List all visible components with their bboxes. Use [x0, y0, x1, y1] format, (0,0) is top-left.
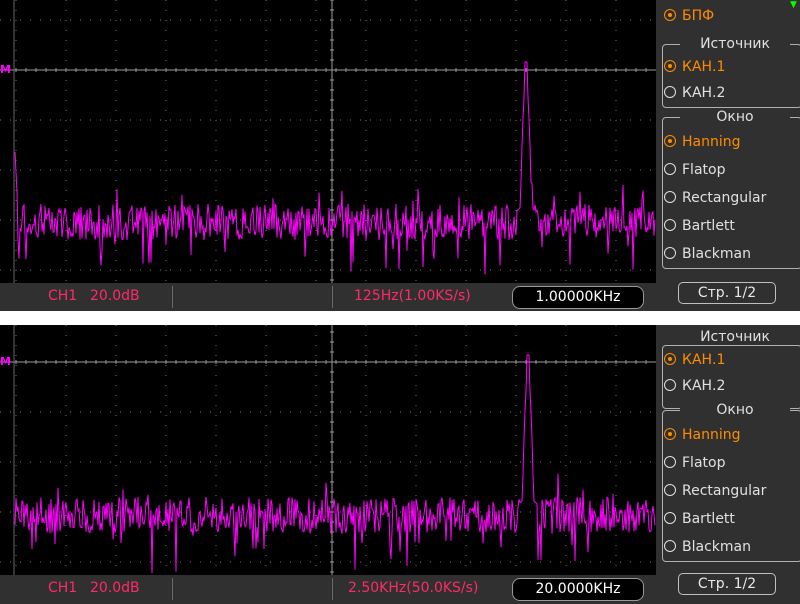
radio-selected-icon	[664, 353, 676, 365]
radio-icon	[664, 379, 676, 391]
fft-option[interactable]: БПФ	[664, 6, 714, 26]
spectrum-plot-bottom: M	[0, 325, 656, 575]
radio-icon	[664, 484, 676, 496]
separator	[172, 286, 173, 308]
window-rectangular[interactable]: Rectangular	[664, 481, 766, 501]
radio-icon	[664, 456, 676, 468]
span-label: 2.50KHz(50.0KS/s)	[348, 580, 479, 596]
radio-icon	[664, 247, 676, 259]
green-indicator-icon: ▼	[790, 0, 797, 10]
window-title: Окно	[680, 402, 790, 418]
channel-label: CH1	[48, 580, 78, 596]
scale-label: 20.0dB	[90, 288, 140, 304]
separator	[332, 578, 333, 600]
radio-selected-icon	[664, 428, 676, 440]
spectrum-plot-top: M	[0, 0, 656, 283]
fft-screen-top: M CH1 20.0dB 125Hz(1.00KS/s) 1.00000KHz …	[0, 0, 800, 311]
window-blackman[interactable]: Blackman	[664, 244, 751, 264]
radio-icon	[664, 86, 676, 98]
fft-screen-bottom: M CH1 20.0dB 2.50KHz(50.0KS/s) 20.0000KH…	[0, 325, 800, 604]
status-bar-top: CH1 20.0dB 125Hz(1.00KS/s) 1.00000KHz	[0, 283, 656, 311]
source-ch1[interactable]: КАН.1	[664, 57, 725, 77]
source-ch2[interactable]: КАН.2	[664, 376, 725, 396]
spectrum-trace	[14, 61, 656, 275]
spectrum-svg-top	[0, 0, 656, 283]
trigger-marker-icon: M	[0, 355, 11, 368]
scale-label: 20.0dB	[90, 580, 140, 596]
page-button[interactable]: Стр. 1/2	[678, 282, 776, 304]
side-menu-bottom: Источник КАН.1 КАН.2 Окно Hanning Flatop…	[656, 325, 800, 604]
window-title: Окно	[680, 109, 790, 125]
source-title: Источник	[680, 36, 790, 52]
page-button[interactable]: Стр. 1/2	[678, 573, 776, 595]
spectrum-trace	[14, 354, 656, 574]
radio-selected-icon	[664, 60, 676, 72]
window-hanning[interactable]: Hanning	[664, 425, 741, 445]
radio-selected-icon	[664, 135, 676, 147]
radio-icon	[664, 191, 676, 203]
side-menu-top: ▼ БПФ Источник КАН.1 КАН.2 Окно Hanning …	[656, 0, 800, 311]
radio-icon	[664, 540, 676, 552]
window-flatop[interactable]: Flatop	[664, 160, 725, 180]
status-bar-bottom: CH1 20.0dB 2.50KHz(50.0KS/s) 20.0000KHz	[0, 575, 656, 603]
spectrum-svg-bottom	[0, 325, 656, 575]
source-ch1[interactable]: КАН.1	[664, 350, 725, 370]
radio-icon	[664, 163, 676, 175]
window-blackman[interactable]: Blackman	[664, 537, 751, 557]
window-rectangular[interactable]: Rectangular	[664, 188, 766, 208]
source-title: Источник	[680, 329, 790, 345]
window-bartlett[interactable]: Bartlett	[664, 216, 735, 236]
span-label: 125Hz(1.00KS/s)	[354, 288, 471, 304]
separator	[332, 286, 333, 308]
separator	[172, 578, 173, 600]
window-bartlett[interactable]: Bartlett	[664, 509, 735, 529]
source-ch2[interactable]: КАН.2	[664, 83, 725, 103]
trigger-marker-icon: M	[0, 63, 11, 76]
window-hanning[interactable]: Hanning	[664, 132, 741, 152]
radio-selected-icon	[664, 9, 676, 21]
center-frequency-box[interactable]: 20.0000KHz	[512, 578, 644, 601]
center-frequency-box[interactable]: 1.00000KHz	[512, 286, 644, 309]
window-flatop[interactable]: Flatop	[664, 453, 725, 473]
radio-icon	[664, 219, 676, 231]
radio-icon	[664, 512, 676, 524]
channel-label: CH1	[48, 288, 78, 304]
